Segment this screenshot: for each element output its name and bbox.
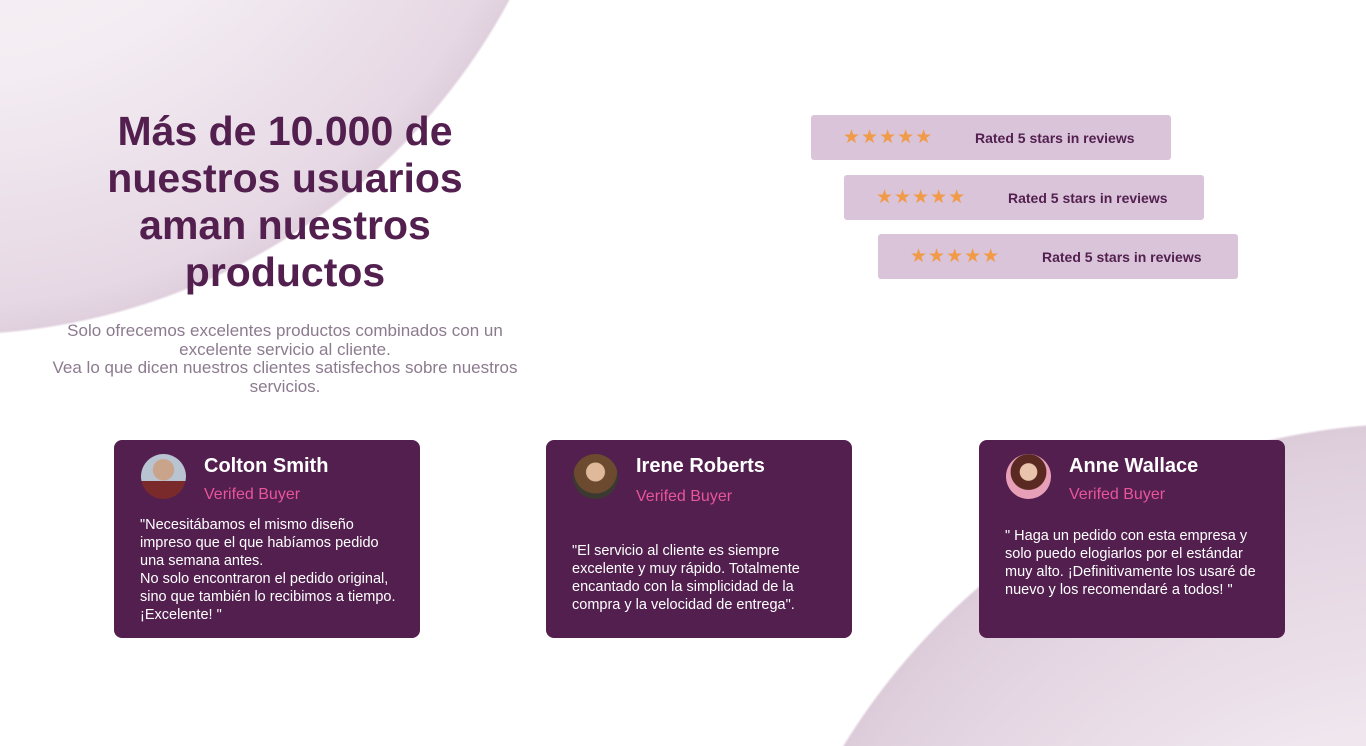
subtitle-line: Solo ofrecemos excelentes productos comb… <box>67 321 503 359</box>
reviewer-name: Anne Wallace <box>1069 455 1199 477</box>
subtitle-line: Vea lo que dicen nuestros clientes satis… <box>52 358 518 396</box>
testimonial-card: Colton Smith Verifed Buyer "Necesitábamo… <box>114 440 420 638</box>
testimonial-quote: "Necesitábamos el mismo diseño impreso q… <box>140 517 396 623</box>
rating-text: Rated 5 stars in reviews <box>975 129 1135 146</box>
subtitle: Solo ofrecemos excelentes productos comb… <box>30 321 540 396</box>
star-icons: ★★★★★ <box>843 127 934 148</box>
testimonial-card: Irene Roberts Verifed Buyer "El servicio… <box>546 440 852 638</box>
verified-badge: Verifed Buyer <box>1069 486 1166 503</box>
testimonial-quote: " Haga un pedido con esta empresa y solo… <box>1005 528 1256 598</box>
rating-badge: ★★★★★ Rated 5 stars in reviews <box>811 115 1171 160</box>
verified-badge: Verifed Buyer <box>636 488 733 505</box>
star-icons: ★★★★★ <box>910 246 1001 267</box>
rating-badge: ★★★★★ Rated 5 stars in reviews <box>878 234 1238 279</box>
testimonial-card: Anne Wallace Verifed Buyer " Haga un ped… <box>979 440 1285 638</box>
verified-badge: Verifed Buyer <box>204 486 301 503</box>
rating-badge: ★★★★★ Rated 5 stars in reviews <box>844 175 1204 220</box>
avatar <box>573 454 618 499</box>
avatar <box>141 454 186 499</box>
avatar <box>1006 454 1051 499</box>
reviewer-name: Irene Roberts <box>636 455 765 477</box>
page-title: Más de 10.000 de nuestros usuarios aman … <box>107 108 463 295</box>
rating-text: Rated 5 stars in reviews <box>1008 189 1168 206</box>
reviewer-name: Colton Smith <box>204 455 329 477</box>
testimonial-quote: "El servicio al cliente es siempre excel… <box>572 543 800 613</box>
rating-text: Rated 5 stars in reviews <box>1042 248 1202 265</box>
star-icons: ★★★★★ <box>876 187 967 208</box>
